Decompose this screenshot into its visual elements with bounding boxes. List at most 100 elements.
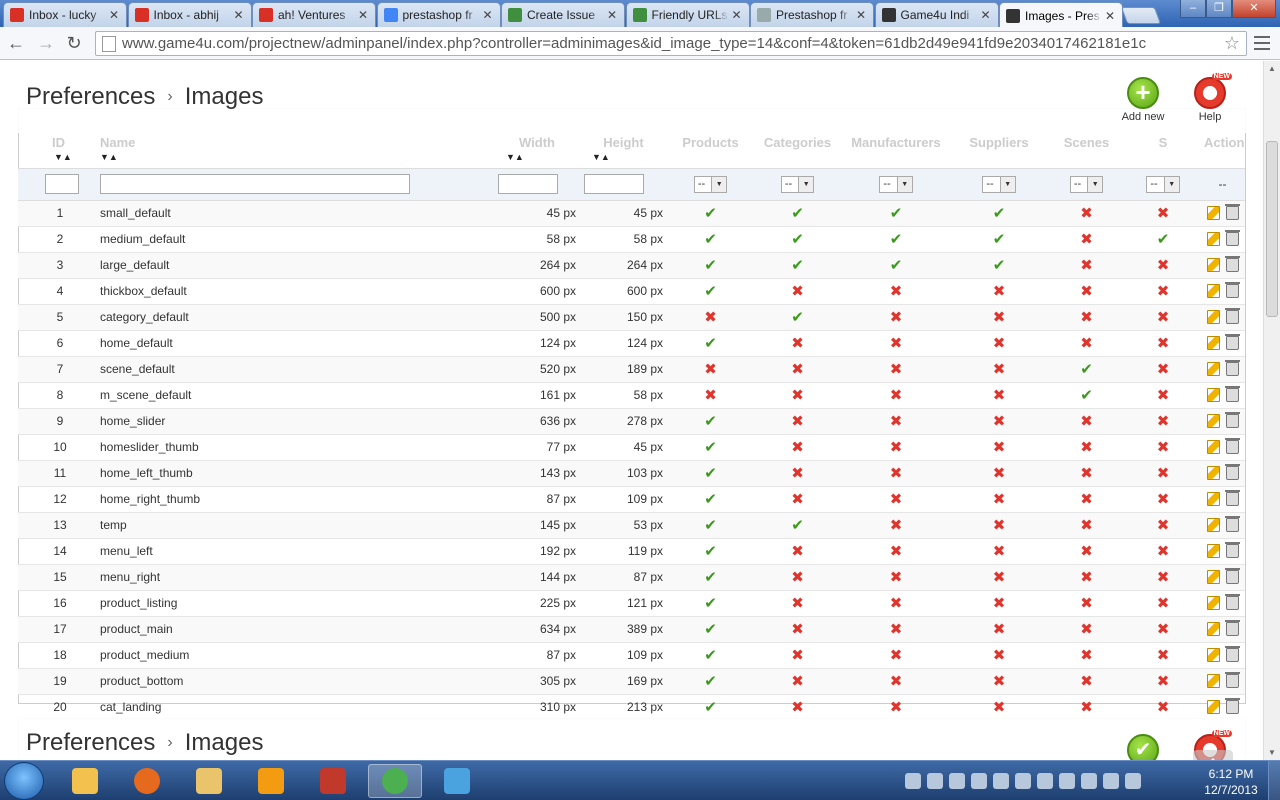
check-icon[interactable]: ✔	[1157, 231, 1170, 248]
column-manufacturers-cell[interactable]: ✖	[841, 668, 951, 695]
cross-icon[interactable]: ✖	[1080, 699, 1093, 716]
edit-icon[interactable]	[1207, 648, 1220, 663]
column-scenes-cell[interactable]: ✔	[1047, 382, 1126, 409]
column-suppliers-cell[interactable]: ✖	[951, 382, 1047, 409]
edit-icon[interactable]	[1207, 414, 1220, 429]
column-scenes-cell[interactable]: ✖	[1047, 590, 1126, 617]
table-row[interactable]: 7 scene_default 520 px 189 px ✖ ✖ ✖ ✖ ✔ ✖	[18, 356, 1245, 383]
cross-icon[interactable]: ✖	[1080, 621, 1093, 638]
check-icon[interactable]: ✔	[1080, 387, 1093, 404]
delete-icon[interactable]	[1225, 620, 1240, 637]
column-scenes-cell[interactable]: ✖	[1047, 434, 1126, 461]
check-icon[interactable]: ✔	[704, 283, 717, 300]
column-manufacturers-cell[interactable]: ✖	[841, 486, 951, 513]
column-suppliers-cell[interactable]: ✖	[951, 512, 1047, 539]
column-suppliers-cell[interactable]: ✔	[951, 226, 1047, 253]
sort-arrows-icon[interactable]: ▼▲	[498, 152, 524, 162]
column-products-cell[interactable]: ✖	[667, 304, 754, 331]
table-row[interactable]: 13 temp 145 px 53 px ✔ ✔ ✖ ✖ ✖ ✖	[18, 512, 1245, 539]
column-s-cell[interactable]: ✖	[1126, 330, 1200, 357]
column-manufacturers-cell[interactable]: ✖	[841, 408, 951, 435]
check-icon[interactable]: ✔	[993, 257, 1006, 274]
delete-icon[interactable]	[1225, 698, 1240, 715]
filter-scenes-select[interactable]: -- ▼	[1069, 175, 1104, 193]
cross-icon[interactable]: ✖	[890, 699, 903, 716]
column-s-cell[interactable]: ✖	[1126, 382, 1200, 409]
column-s-cell[interactable]: ✖	[1126, 304, 1200, 331]
delete-icon[interactable]	[1225, 568, 1240, 585]
column-manufacturers-cell[interactable]: ✖	[841, 434, 951, 461]
check-icon[interactable]: ✔	[704, 569, 717, 586]
cross-icon[interactable]: ✖	[993, 621, 1006, 638]
column-manufacturers-cell[interactable]: ✔	[841, 252, 951, 279]
check-icon[interactable]: ✔	[704, 413, 717, 430]
delete-icon[interactable]	[1225, 516, 1240, 533]
table-row[interactable]: 1 small_default 45 px 45 px ✔ ✔ ✔ ✔ ✖ ✖	[18, 200, 1245, 227]
column-categories-cell[interactable]: ✔	[754, 512, 841, 539]
check-icon[interactable]: ✔	[791, 309, 804, 326]
close-window-button[interactable]: ✕	[1232, 0, 1276, 18]
check-icon[interactable]: ✔	[704, 647, 717, 664]
filter-manufacturers-select[interactable]: -- ▼	[879, 175, 913, 193]
table-row[interactable]: 6 home_default 124 px 124 px ✔ ✖ ✖ ✖ ✖ ✖	[18, 330, 1245, 357]
column-s-cell[interactable]: ✖	[1126, 486, 1200, 513]
cross-icon[interactable]: ✖	[1157, 361, 1170, 378]
table-row[interactable]: 5 category_default 500 px 150 px ✖ ✔ ✖ ✖ ✖ ✖	[18, 304, 1245, 331]
column-products-cell[interactable]: ✔	[667, 408, 754, 435]
filter-height-input[interactable]	[584, 174, 644, 194]
check-icon[interactable]: ✔	[704, 465, 717, 482]
scroll-to-top-button[interactable]: ⇧	[1193, 750, 1233, 760]
table-row[interactable]: 18 product_medium 87 px 109 px ✔ ✖ ✖ ✖ ✖ ✖	[18, 642, 1245, 669]
display-icon[interactable]	[1037, 773, 1053, 789]
column-suppliers-cell[interactable]: ✖	[951, 434, 1047, 461]
table-row[interactable]: 2 medium_default 58 px 58 px ✔ ✔ ✔ ✔ ✖ ✔	[18, 226, 1245, 253]
column-categories-cell[interactable]: ✖	[754, 330, 841, 357]
browser-tab[interactable]: ah! Ventures ✕	[252, 2, 376, 27]
cross-icon[interactable]: ✖	[993, 283, 1006, 300]
column-suppliers-cell[interactable]: ✖	[951, 304, 1047, 331]
table-row[interactable]: 11 home_left_thumb 143 px 103 px ✔ ✖ ✖ ✖ ✖ ✖	[18, 460, 1245, 487]
column-products-cell[interactable]: ✔	[667, 252, 754, 279]
cross-icon[interactable]: ✖	[993, 647, 1006, 664]
column-products-cell[interactable]: ✔	[667, 460, 754, 487]
column-categories-cell[interactable]: ✖	[754, 590, 841, 617]
system-clock[interactable]: 6:12 PM 12/7/2013	[1196, 766, 1266, 798]
filter-suppliers-select[interactable]: -- ▼	[982, 175, 1016, 193]
cross-icon[interactable]: ✖	[1157, 673, 1170, 690]
column-suppliers-cell[interactable]: ✖	[951, 590, 1047, 617]
column-manufacturers-cell[interactable]: ✖	[841, 330, 951, 357]
check-icon[interactable]: ✔	[704, 699, 717, 716]
scrollbar-thumb[interactable]	[1266, 141, 1278, 317]
edit-icon[interactable]	[1207, 284, 1220, 299]
column-scenes-cell[interactable]: ✖	[1047, 694, 1126, 721]
edit-icon[interactable]	[1207, 206, 1220, 221]
delete-icon[interactable]	[1225, 282, 1240, 299]
column-products-cell[interactable]: ✔	[667, 538, 754, 565]
forward-icon[interactable]: →	[36, 34, 56, 54]
edit-icon[interactable]	[1207, 544, 1220, 559]
network-icon[interactable]	[1081, 773, 1097, 789]
close-tab-icon[interactable]: ✕	[855, 8, 867, 22]
table-row[interactable]: 19 product_bottom 305 px 169 px ✔ ✖ ✖ ✖ ✖ ✖	[18, 668, 1245, 695]
cross-icon[interactable]: ✖	[890, 673, 903, 690]
column-products-cell[interactable]: ✔	[667, 590, 754, 617]
cross-icon[interactable]: ✖	[1080, 309, 1093, 326]
cross-icon[interactable]: ✖	[1080, 491, 1093, 508]
column-products-cell[interactable]: ✖	[667, 356, 754, 383]
column-categories-cell[interactable]: ✖	[754, 434, 841, 461]
menu-icon[interactable]	[1254, 36, 1270, 50]
column-products-cell[interactable]: ✔	[667, 616, 754, 643]
edit-icon[interactable]	[1207, 700, 1220, 715]
column-s-cell[interactable]: ✖	[1126, 460, 1200, 487]
column-manufacturers-cell[interactable]: ✖	[841, 382, 951, 409]
column-s-cell[interactable]: ✖	[1126, 434, 1200, 461]
edit-icon[interactable]	[1207, 674, 1220, 689]
column-suppliers-cell[interactable]: ✖	[951, 538, 1047, 565]
cross-icon[interactable]: ✖	[890, 569, 903, 586]
cross-icon[interactable]: ✖	[791, 673, 804, 690]
flag-icon[interactable]	[1059, 773, 1075, 789]
column-categories-cell[interactable]: ✖	[754, 460, 841, 487]
cross-icon[interactable]: ✖	[1157, 387, 1170, 404]
check-icon[interactable]: ✔	[704, 517, 717, 534]
gallery-icon[interactable]	[1015, 773, 1031, 789]
